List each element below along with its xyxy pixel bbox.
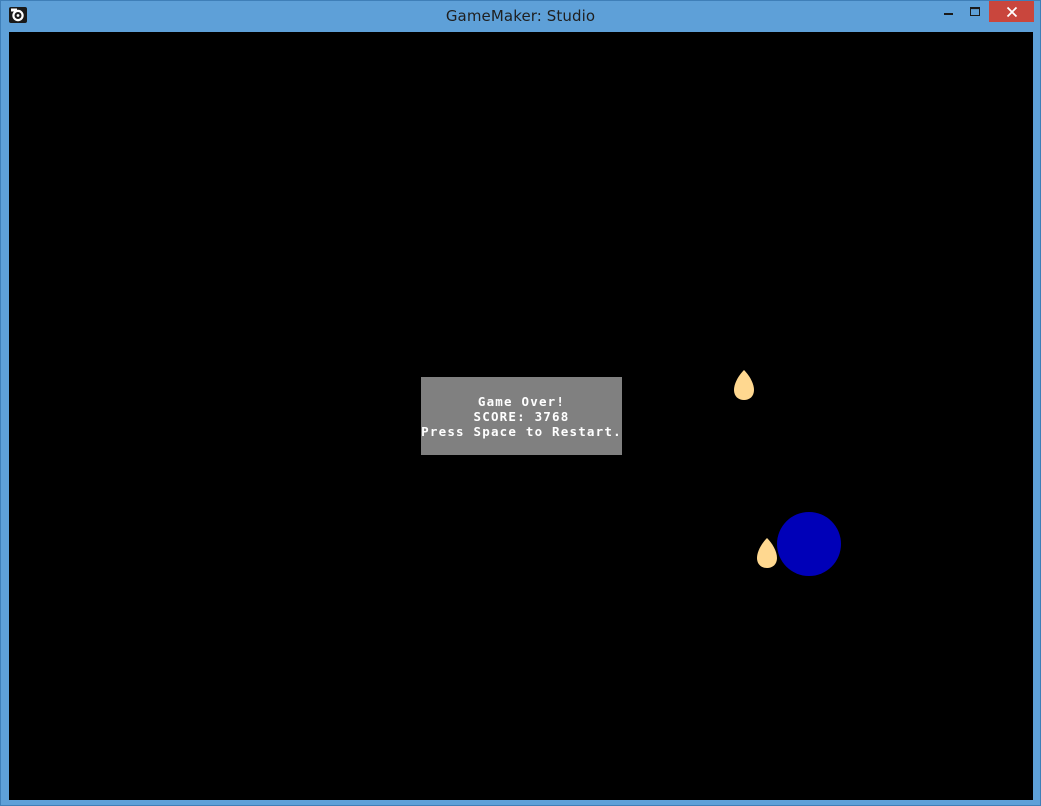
restart-prompt: Press Space to Restart. bbox=[421, 423, 622, 439]
minimize-button[interactable] bbox=[936, 1, 962, 22]
close-button[interactable] bbox=[989, 1, 1034, 22]
close-icon bbox=[1006, 6, 1017, 17]
score-text: SCORE: 3768 bbox=[473, 408, 570, 424]
window-title: GameMaker: Studio bbox=[445, 7, 596, 25]
maximize-button[interactable] bbox=[962, 1, 988, 22]
game-over-text: Game Over! bbox=[477, 393, 566, 409]
minimize-icon bbox=[944, 12, 953, 15]
egg-sprite bbox=[734, 370, 754, 400]
app-window: GameMaker: Studio Game Over! SCORE: 3768… bbox=[0, 0, 1041, 806]
game-over-dialog: Game Over! SCORE: 3768 Press Space to Re… bbox=[421, 377, 622, 455]
game-canvas[interactable]: Game Over! SCORE: 3768 Press Space to Re… bbox=[9, 32, 1033, 800]
maximize-icon bbox=[969, 6, 980, 16]
title-bar[interactable]: GameMaker: Studio bbox=[1, 1, 1040, 31]
player-ball bbox=[777, 512, 841, 576]
